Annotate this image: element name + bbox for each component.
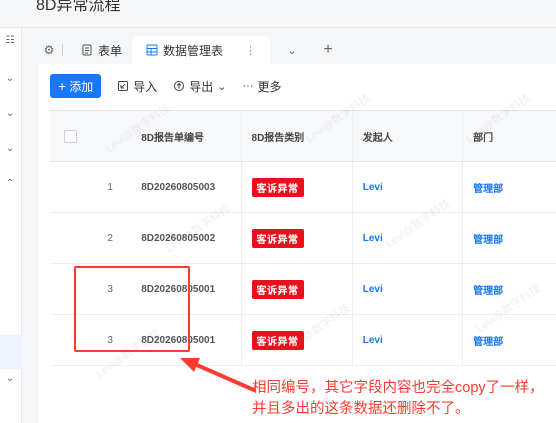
settings-gear-icon[interactable]: ⚙ [38, 43, 60, 57]
chevron-down-icon[interactable]: ⌄ [282, 44, 302, 57]
more-button[interactable]: ··· 更多 [242, 78, 281, 95]
chevron-down-icon: ⌄ [217, 80, 227, 93]
tab-separator [62, 44, 63, 56]
more-label: 更多 [257, 79, 282, 94]
toolbar: + 添加 导入 导出 ⌄ ··· 更多 [50, 74, 281, 98]
import-label: 导入 [133, 79, 158, 94]
add-button[interactable]: + 添加 [50, 74, 102, 98]
plus-icon: + [58, 78, 67, 94]
tab-form[interactable]: 表单 [71, 36, 132, 64]
add-button-label: 添加 [69, 79, 94, 94]
more-dots-icon: ··· [242, 80, 254, 92]
export-label: 导出 [189, 79, 214, 94]
row-index: 1 [107, 181, 113, 193]
category-tag: 客诉异常 [251, 177, 304, 197]
annotation-text: 相同编号，其它字段内容也完全copy了一样，并且多出的这条数据还删除不了。 [252, 380, 544, 417]
more-vertical-icon[interactable]: ⋮ [245, 44, 256, 57]
tab-bar: ⚙ 表单 数据管理表 ⋮ ⌄ + [38, 36, 556, 64]
row-index: 2 [107, 232, 113, 244]
import-button[interactable]: 导入 [117, 78, 157, 95]
select-all-checkbox[interactable] [63, 129, 77, 143]
chevron-down-icon[interactable]: ⌄ [4, 73, 16, 85]
table-grid-icon [146, 44, 158, 56]
chevron-down-icon[interactable]: ⌄ [4, 108, 16, 120]
annotation-arrow-icon [180, 358, 256, 392]
title-divider [0, 27, 556, 28]
import-icon [118, 81, 129, 91]
cell-category: 客诉异常 [242, 162, 353, 212]
app-title: 8D异常流程 [36, 0, 121, 14]
cell-department[interactable]: 管理部 [463, 213, 556, 263]
add-tab-plus-icon[interactable]: + [318, 41, 338, 59]
category-tag: 客诉异常 [251, 228, 304, 248]
tab-label: 表单 [98, 43, 123, 58]
cell-category: 客诉异常 [242, 213, 353, 263]
collapse-icon[interactable]: ☷ [4, 35, 16, 47]
tab-data-table[interactable]: 数据管理表 ⋮ [132, 36, 271, 64]
tab-label: 数据管理表 [163, 43, 224, 58]
left-sidebar: ☷ ⌄ ⌄ ⌄ ⌃ ⌄ [0, 28, 22, 423]
export-icon [174, 81, 185, 91]
select-all-cell [50, 129, 90, 143]
document-icon [82, 44, 92, 56]
cell-initiator[interactable]: Levi [353, 315, 464, 365]
duplicate-highlight-box [74, 266, 190, 352]
chevron-down-icon[interactable]: ⌄ [4, 143, 16, 155]
chevron-up-icon[interactable]: ⌃ [4, 178, 16, 190]
col-header-initiator[interactable]: 发起人 [353, 111, 464, 161]
cell-department[interactable]: 管理部 [463, 162, 556, 212]
table-row[interactable]: 1 8D20260805003 客诉异常 Levi 管理部 [50, 162, 556, 213]
category-tag: 客诉异常 [251, 279, 304, 299]
table-row[interactable]: 2 8D20260805002 客诉异常 Levi 管理部 [50, 213, 556, 264]
export-button[interactable]: 导出 ⌄ [173, 78, 226, 95]
sidebar-active-item[interactable] [0, 335, 22, 369]
cell-initiator[interactable]: Levi [353, 264, 464, 314]
chevron-down-icon[interactable]: ⌄ [4, 373, 16, 385]
